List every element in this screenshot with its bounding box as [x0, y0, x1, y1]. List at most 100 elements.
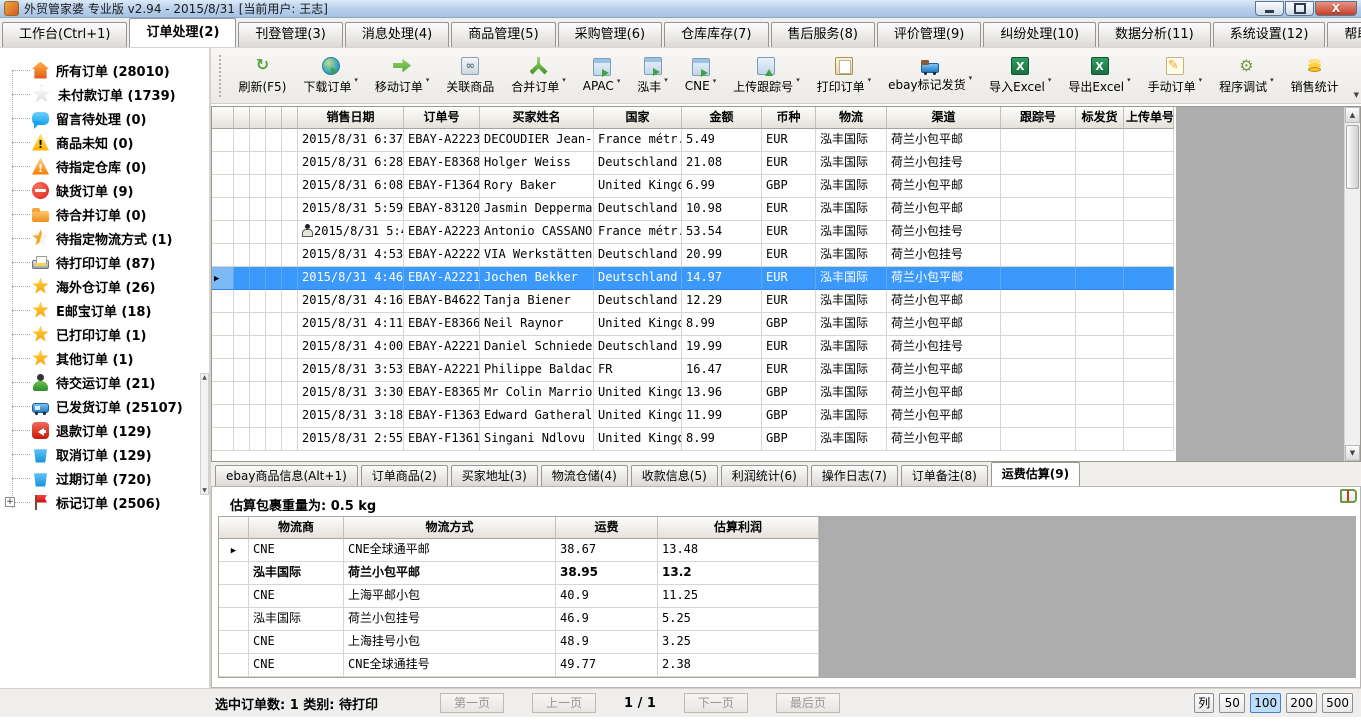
column-header[interactable]: 金额 — [682, 107, 762, 129]
detail-tab[interactable]: 订单商品(2) — [361, 465, 448, 486]
sidebar-item[interactable]: + 待指定物流方式 (1) — [0, 226, 209, 250]
estimate-row[interactable]: ▶ CNE CNE全球通平邮 38.67 13.48 — [219, 539, 819, 562]
dropdown-arrow-icon[interactable]: ▾ — [664, 76, 668, 84]
column-header[interactable]: 渠道 — [887, 107, 1001, 129]
expand-plus-icon[interactable]: + — [5, 497, 15, 507]
page-size-button[interactable]: 200 — [1286, 693, 1317, 713]
minimize-button[interactable] — [1255, 1, 1284, 16]
dropdown-arrow-icon[interactable]: ▾ — [796, 76, 800, 84]
toolbar-button[interactable]: 移动订单▾ — [366, 55, 437, 97]
sidebar-item[interactable]: + 留言待处理 (0) — [0, 106, 209, 130]
column-header[interactable]: 跟踪号 — [1001, 107, 1076, 129]
column-header[interactable]: 物流商 — [249, 517, 344, 539]
column-header[interactable]: 币种 — [762, 107, 816, 129]
estimate-row[interactable]: ▶ CNE CNE全球通挂号 49.77 2.38 — [219, 654, 819, 677]
toolbar-button[interactable]: 合并订单▾ — [503, 55, 574, 97]
column-header[interactable]: 买家姓名 — [480, 107, 594, 129]
sidebar-item[interactable]: + 已打印订单 (1) — [0, 322, 209, 346]
scrollbar-thumb[interactable] — [1346, 125, 1359, 189]
main-tab[interactable]: 纠纷处理(10) — [983, 22, 1096, 47]
main-tab[interactable]: 工作台(Ctrl+1) — [2, 22, 127, 47]
detail-tab[interactable]: 买家地址(3) — [451, 465, 538, 486]
sidebar-item[interactable]: + 未付款订单 (1739) — [0, 82, 209, 106]
dropdown-arrow-icon[interactable]: ▾ — [1199, 76, 1203, 84]
toolbar-button[interactable]: CNE▾ — [676, 56, 724, 95]
estimate-row[interactable]: ▶ CNE 上海平邮小包 40.9 11.25 — [219, 585, 819, 608]
prev-page-button[interactable]: 上一页 — [532, 693, 596, 713]
dropdown-arrow-icon[interactable]: ▾ — [713, 77, 717, 85]
next-page-button[interactable]: 下一页 — [684, 693, 748, 713]
scroll-down-icon[interactable]: ▼ — [1345, 445, 1360, 461]
toolbar-button[interactable]: 销售统计▾ — [1282, 55, 1347, 97]
sidebar-scrollbar[interactable]: ▲▼ — [200, 373, 209, 495]
sidebar-item[interactable]: + 所有订单 (28010) — [0, 58, 209, 82]
column-header[interactable]: 国家 — [594, 107, 682, 129]
column-header[interactable]: 销售日期 — [298, 107, 404, 129]
sidebar-item[interactable]: + 已发货订单 (25107) — [0, 394, 209, 418]
column-header[interactable]: 运费 — [556, 517, 658, 539]
main-tab[interactable]: 评价管理(9) — [877, 22, 981, 47]
detail-tab[interactable]: 订单备注(8) — [901, 465, 988, 486]
detail-tab[interactable]: 利润统计(6) — [721, 465, 808, 486]
estimate-row[interactable]: ▶ 泓丰国际 荷兰小包平邮 38.95 13.2 — [219, 562, 819, 585]
restore-button[interactable] — [1285, 1, 1314, 16]
column-header[interactable]: 上传单号 — [1124, 107, 1174, 129]
estimate-row[interactable]: ▶ CNE 上海挂号小包 48.9 3.25 — [219, 631, 819, 654]
toolbar-button[interactable]: 刷新(F5)▾ — [230, 55, 295, 97]
estimate-row[interactable]: ▶ 泓丰国际 荷兰小包挂号 46.9 5.25 — [219, 608, 819, 631]
toolbar-button[interactable]: 下载订单▾ — [295, 55, 366, 97]
main-tab[interactable]: 仓库库存(7) — [664, 22, 768, 47]
main-tab[interactable]: 采购管理(6) — [558, 22, 662, 47]
close-button[interactable]: X — [1315, 1, 1357, 16]
sidebar-item[interactable]: + 过期订单 (720) — [0, 466, 209, 490]
scroll-up-icon[interactable]: ▲ — [1345, 107, 1360, 123]
column-header[interactable]: 标发货 — [1076, 107, 1124, 129]
main-tab[interactable]: 刊登管理(3) — [238, 22, 342, 47]
page-size-button[interactable]: 50 — [1219, 693, 1245, 713]
sidebar-item[interactable]: + 取消订单 (129) — [0, 442, 209, 466]
sidebar-item[interactable]: + 缺货订单 (9) — [0, 178, 209, 202]
toolbar-button[interactable]: 关联商品▾ — [438, 55, 503, 97]
estimate-row[interactable]: ▶ 全球快线 — [219, 677, 819, 678]
column-header[interactable]: 订单号 — [404, 107, 480, 129]
sidebar-item[interactable]: + E邮宝订单 (18) — [0, 298, 209, 322]
toolbar-button[interactable]: 导入Excel▾ — [981, 55, 1060, 97]
main-tab[interactable]: 商品管理(5) — [451, 22, 555, 47]
main-tab[interactable]: 系统设置(12) — [1213, 22, 1326, 47]
detail-tab[interactable]: 操作日志(7) — [811, 465, 898, 486]
sidebar-item[interactable]: + 待打印订单 (87) — [0, 250, 209, 274]
detail-tab[interactable]: 收款信息(5) — [631, 465, 718, 486]
toolbar-button[interactable]: APAC▾ — [574, 56, 629, 95]
toolbar-overflow-icon[interactable]: ▼ — [1354, 91, 1359, 99]
page-size-button[interactable]: 100 — [1250, 693, 1281, 713]
sidebar-item[interactable]: + 海外仓订单 (26) — [0, 274, 209, 298]
sidebar-item[interactable]: + 商品未知 (0) — [0, 130, 209, 154]
toolbar-button[interactable]: 上传跟踪号▾ — [725, 55, 808, 97]
detail-tab[interactable]: 物流仓储(4) — [541, 465, 628, 486]
sidebar-item[interactable]: + 标记订单 (2506) — [0, 490, 209, 514]
main-tab[interactable]: 数据分析(11) — [1098, 22, 1211, 47]
detail-tab[interactable]: 运费估算(9) — [991, 462, 1080, 486]
toolbar-button[interactable]: 打印订单▾ — [808, 55, 879, 97]
sidebar-item[interactable]: + 退款订单 (129) — [0, 418, 209, 442]
detail-tab[interactable]: ebay商品信息(Alt+1) — [215, 465, 358, 486]
dropdown-arrow-icon[interactable]: ▾ — [426, 76, 430, 84]
main-tab[interactable]: 售后服务(8) — [771, 22, 875, 47]
column-header[interactable]: 物流方式 — [344, 517, 556, 539]
sidebar-item[interactable]: + 待合并订单 (0) — [0, 202, 209, 226]
toolbar-button[interactable]: 导出Excel▾ — [1060, 55, 1139, 97]
sidebar-item[interactable]: + 其他订单 (1) — [0, 346, 209, 370]
toolbar-button[interactable]: 泓丰▾ — [629, 55, 676, 97]
sidebar-item[interactable]: + 待指定仓库 (0) — [0, 154, 209, 178]
dropdown-arrow-icon[interactable]: ▾ — [617, 77, 621, 85]
dropdown-arrow-icon[interactable]: ▾ — [562, 76, 566, 84]
columns-button[interactable]: 列 — [1194, 693, 1214, 713]
main-tab[interactable]: 消息处理(4) — [345, 22, 449, 47]
page-size-button[interactable]: 500 — [1322, 693, 1353, 713]
dropdown-arrow-icon[interactable]: ▾ — [354, 76, 358, 84]
column-header[interactable]: 物流 — [816, 107, 887, 129]
last-page-button[interactable]: 最后页 — [776, 693, 840, 713]
main-tab[interactable]: 订单处理(2) — [129, 18, 236, 47]
toolbar-button[interactable]: 手动订单▾ — [1139, 55, 1210, 97]
book-icon[interactable] — [1340, 489, 1357, 503]
